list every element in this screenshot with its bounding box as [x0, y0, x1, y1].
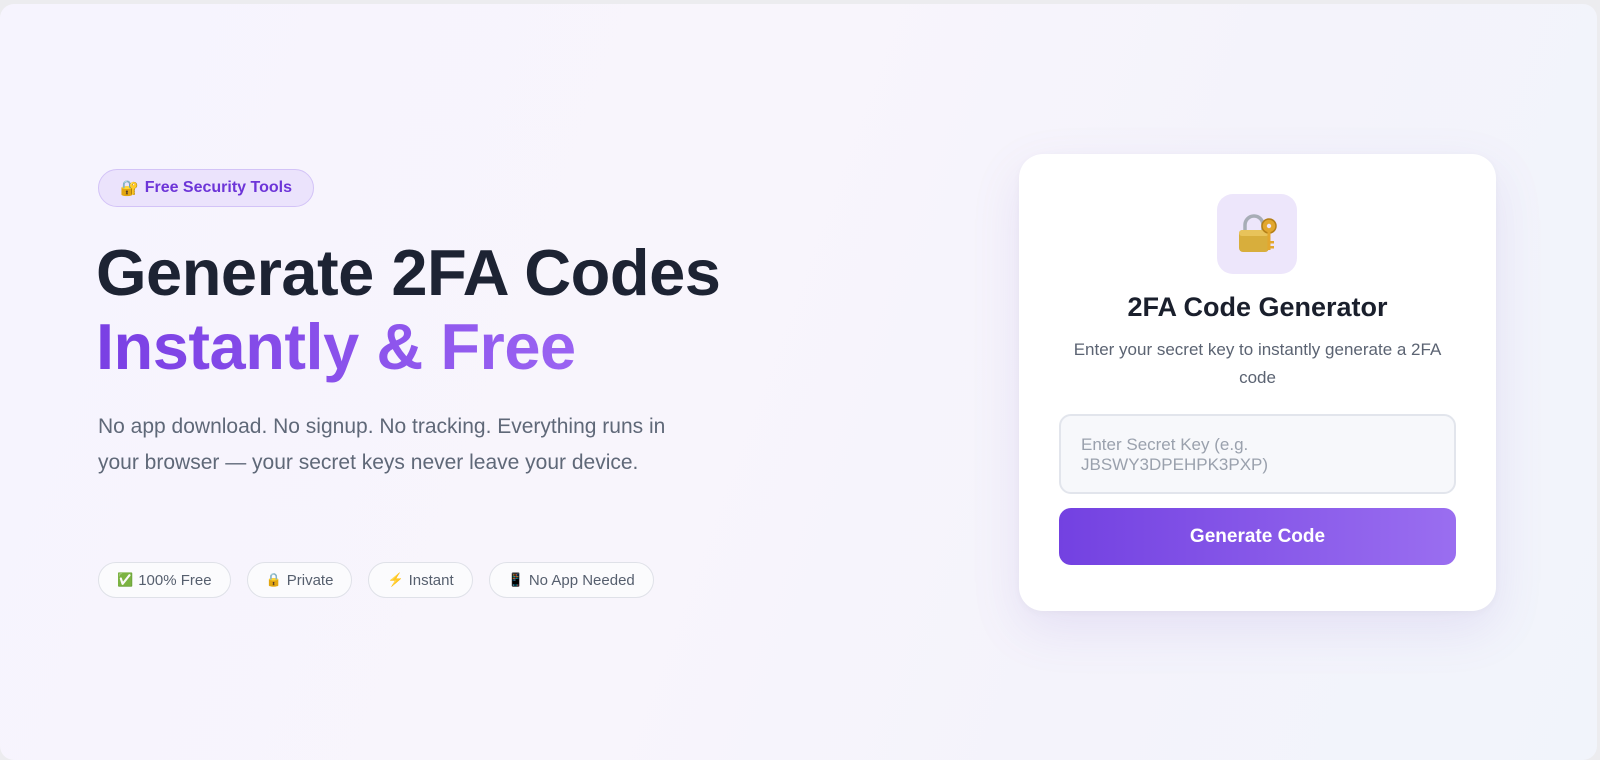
generator-card: 2FA Code Generator Enter your secret key… — [1019, 154, 1496, 611]
lock-icon: 🔒 — [265, 572, 282, 587]
secret-key-input[interactable] — [1059, 414, 1456, 494]
lock-with-key-icon: 🔐 — [120, 180, 139, 197]
feature-pill-free: ✅ 100% Free — [98, 562, 231, 598]
feature-pill-label: 100% Free — [138, 571, 212, 589]
feature-pill-label: No App Needed — [528, 571, 635, 589]
feature-pill-private: 🔒 Private — [246, 562, 353, 598]
mobile-phone-icon: 📱 — [507, 572, 524, 587]
headline-line-1: Generate 2FA Codes — [96, 236, 721, 309]
feature-pill-label: Private — [286, 571, 334, 589]
feature-pills: ✅ 100% Free 🔒 Private ⚡ Instant 📱 No App… — [98, 562, 654, 598]
card-title: 2FA Code Generator — [1127, 292, 1388, 322]
badge-label: Free Security Tools — [144, 179, 292, 196]
feature-pill-no-app: 📱 No App Needed — [488, 562, 654, 598]
lock-with-key-icon — [1239, 214, 1277, 252]
lightning-icon: ⚡ — [387, 572, 404, 587]
feature-pill-label: Instant — [408, 571, 454, 589]
card-icon-tile — [1217, 194, 1297, 274]
headline-line-2: Instantly & Free — [96, 310, 576, 383]
checkmark-icon: ✅ — [117, 572, 134, 587]
free-security-tools-badge: 🔐 Free Security Tools — [98, 169, 314, 207]
page-frame: 🔐 Free Security Tools Generate 2FA Codes… — [0, 4, 1597, 760]
feature-pill-instant: ⚡ Instant — [368, 562, 473, 598]
hero-description: No app download. No signup. No tracking.… — [98, 415, 666, 474]
hero-headline: Generate 2FA Codes Instantly & Free — [96, 236, 721, 384]
card-subtitle: Enter your secret key to instantly gener… — [1073, 340, 1442, 387]
generate-code-button[interactable]: Generate Code — [1059, 508, 1456, 565]
